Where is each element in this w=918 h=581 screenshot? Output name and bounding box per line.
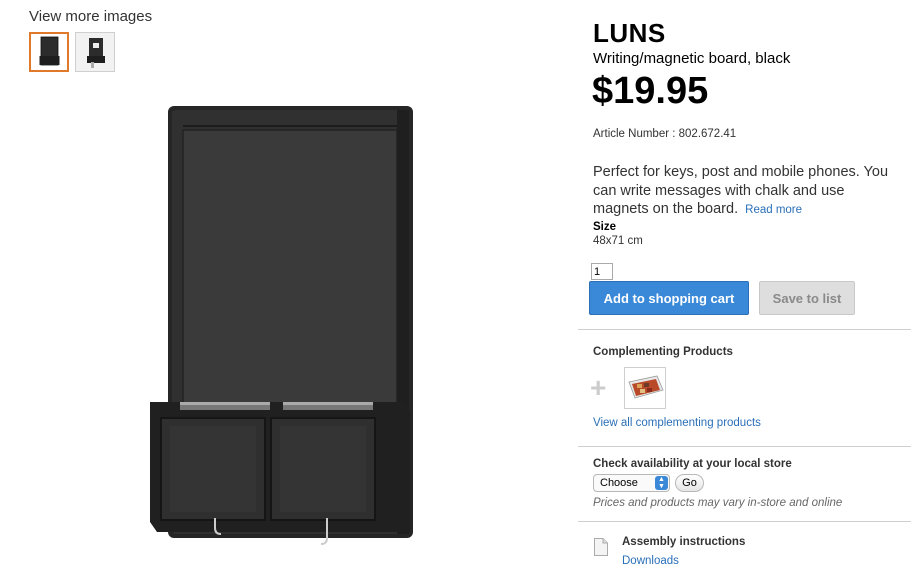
divider — [578, 446, 911, 447]
divider — [578, 521, 911, 522]
description-text: Perfect for keys, post and mobile phones… — [593, 164, 889, 217]
thumbnail-board[interactable] — [29, 32, 69, 72]
view-all-complementing-link[interactable]: View all complementing products — [593, 417, 761, 429]
read-more-link[interactable]: Read more — [745, 204, 802, 216]
complementing-products-title: Complementing Products — [593, 346, 733, 358]
board-in-use-thumbnail-icon — [76, 33, 114, 71]
size-label: Size — [593, 221, 617, 233]
product-price: $19.95 — [592, 70, 709, 112]
plus-icon: + — [590, 372, 607, 403]
size-value: 48x71 cm — [593, 235, 643, 247]
divider — [578, 329, 911, 330]
availability-title: Check availability at your local store — [593, 458, 792, 470]
add-to-cart-button[interactable]: Add to shopping cart — [589, 281, 749, 315]
thumbnail-board-in-use[interactable] — [75, 32, 115, 72]
product-name: LUNS — [593, 18, 666, 48]
storage-box-icon — [625, 368, 665, 408]
assembly-instructions-title: Assembly instructions — [622, 536, 746, 548]
complementing-product-thumbnail[interactable] — [624, 367, 666, 409]
document-icon — [594, 538, 608, 556]
view-more-images-label: View more images — [29, 8, 153, 25]
quantity-input[interactable] — [591, 263, 613, 280]
article-number: Article Number : 802.672.41 — [593, 128, 737, 140]
select-arrows-icon: ▲ ▼ — [655, 476, 668, 490]
product-main-image — [150, 106, 413, 545]
product-description: Perfect for keys, post and mobile phones… — [593, 163, 903, 220]
downloads-link[interactable]: Downloads — [622, 555, 679, 567]
save-to-list-button[interactable]: Save to list — [759, 281, 855, 315]
store-select[interactable]: Choose ▲ ▼ — [593, 474, 670, 492]
go-button[interactable]: Go — [675, 474, 704, 492]
store-select-value: Choose — [600, 477, 638, 489]
board-thumbnail-icon — [31, 34, 67, 70]
product-subtitle: Writing/magnetic board, black — [593, 50, 791, 67]
price-note: Prices and products may vary in-store an… — [593, 497, 843, 509]
